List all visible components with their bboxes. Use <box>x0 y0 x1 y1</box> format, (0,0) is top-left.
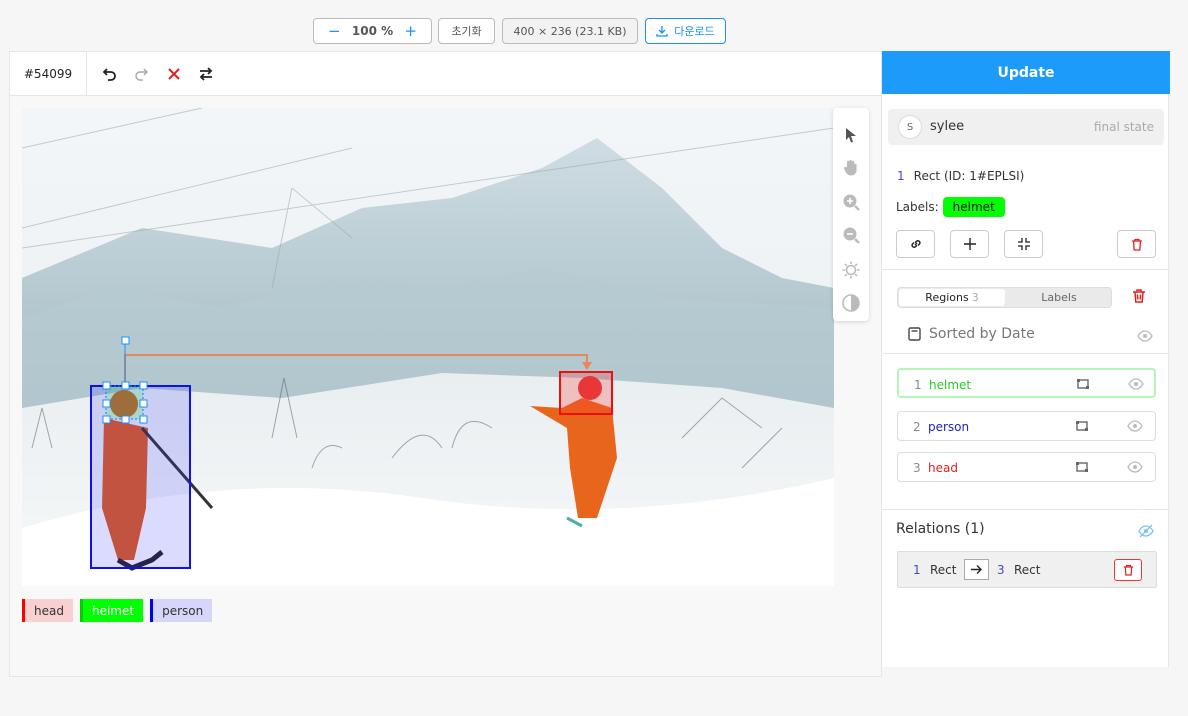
zoom-in-icon[interactable] <box>841 192 861 212</box>
zoom-out-button[interactable]: − <box>328 23 341 39</box>
selected-region-title: Rect (ID: 1#EPLSI) <box>913 169 1025 183</box>
annotation-state: final state <box>1093 120 1154 134</box>
undo-icon[interactable] <box>100 64 120 84</box>
region-list-item[interactable]: 1 helmet <box>897 368 1156 398</box>
trash-icon <box>1133 289 1145 303</box>
redo-icon[interactable] <box>131 64 151 84</box>
relations-title: Relations (1) <box>896 521 985 537</box>
eye-icon[interactable] <box>1127 419 1143 433</box>
download-button[interactable]: 다운로드 <box>645 18 726 44</box>
collapse-icon <box>1017 238 1030 250</box>
divider <box>882 509 1170 510</box>
relation-from-type: Rect <box>930 563 957 577</box>
tab-regions-count: 3 <box>971 291 979 304</box>
reject-icon[interactable] <box>164 64 184 84</box>
hand-icon[interactable] <box>841 157 861 177</box>
tab-regions[interactable]: Regions 3 <box>899 289 1005 306</box>
region-number: 3 <box>913 461 921 475</box>
selected-region-number: 1 <box>897 169 905 183</box>
region-list-item[interactable]: 3 head <box>897 452 1156 482</box>
link-icon <box>910 240 921 248</box>
top-toolbar: − 100 % + 초기화 400 × 236 (23.1 KB) 다운로드 <box>0 18 1188 46</box>
relation-direction-button[interactable] <box>964 559 989 580</box>
relation-item[interactable]: 1 Rect 3 Rect <box>897 551 1157 588</box>
sort-label: Sorted by Date <box>929 326 1035 342</box>
relation-to-type: Rect <box>1014 563 1041 577</box>
sort-control[interactable]: Sorted by Date <box>908 326 1035 342</box>
trash-icon <box>1131 238 1142 251</box>
legend-item-person[interactable]: person <box>150 599 213 622</box>
contrast-icon[interactable] <box>841 293 861 313</box>
brightness-icon[interactable] <box>841 260 861 280</box>
hide-relations-icon[interactable] <box>1138 523 1154 542</box>
zoom-value: 100 % <box>351 24 394 38</box>
update-button[interactable]: Update <box>882 51 1170 94</box>
plus-icon <box>963 238 976 250</box>
relation-to-number: 3 <box>997 563 1005 577</box>
region-label: person <box>928 420 970 434</box>
arrow-right-icon <box>971 565 982 574</box>
region-number: 2 <box>913 420 921 434</box>
delete-region-button[interactable] <box>1117 230 1156 258</box>
editor-toolbar: #54099 <box>10 52 882 96</box>
label-legend: head helmet person <box>22 599 213 622</box>
region-helmet-box <box>105 385 144 420</box>
annotation-image[interactable] <box>22 108 834 586</box>
tab-labels[interactable]: Labels <box>1006 289 1112 306</box>
divider <box>882 269 1170 270</box>
eye-icon[interactable] <box>1137 327 1153 346</box>
collapse-button[interactable] <box>1004 230 1043 258</box>
zoom-control: − 100 % + <box>313 18 432 44</box>
sidebar: Update S sylee final state 1 Rect (ID: 1#… <box>881 51 1170 667</box>
trash-icon <box>1123 564 1133 576</box>
eye-icon[interactable] <box>1128 377 1144 391</box>
add-button[interactable] <box>950 230 989 258</box>
canvas-tools <box>833 108 869 321</box>
legend-item-helmet[interactable]: helmet <box>79 599 144 622</box>
eye-icon[interactable] <box>1127 460 1143 474</box>
annotation-user-row[interactable]: S sylee final state <box>888 109 1164 145</box>
swap-icon[interactable] <box>196 64 216 84</box>
region-number: 1 <box>914 378 922 392</box>
delete-relation-button[interactable] <box>1114 559 1142 581</box>
selected-region-labels: Labels: helmet <box>896 197 1005 217</box>
pointer-icon[interactable] <box>841 125 861 145</box>
username: sylee <box>930 119 965 134</box>
relation-from-number: 1 <box>913 563 921 577</box>
sort-icon <box>908 327 921 341</box>
zoom-out-icon[interactable] <box>841 225 861 245</box>
image-size-info: 400 × 236 (23.1 KB) <box>502 18 638 44</box>
labels-caption: Labels: <box>896 200 939 214</box>
download-icon <box>656 26 668 37</box>
divider <box>882 353 1170 354</box>
region-head-box <box>559 371 613 415</box>
zoom-in-button[interactable]: + <box>404 23 417 39</box>
panel-tabs: Regions 3 Labels <box>897 287 1112 308</box>
task-id: #54099 <box>10 52 87 95</box>
avatar: S <box>898 115 922 139</box>
selected-region-info: 1 Rect (ID: 1#EPLSI) <box>897 169 1024 183</box>
download-label: 다운로드 <box>674 25 715 38</box>
region-list-item[interactable]: 2 person <box>897 411 1156 441</box>
reset-button[interactable]: 초기화 <box>438 18 495 44</box>
label-chip-helmet: helmet <box>942 197 1005 217</box>
link-button[interactable] <box>896 230 935 258</box>
rect-region-icon <box>1076 462 1088 472</box>
delete-all-regions-button[interactable] <box>1132 288 1146 308</box>
annotation-workspace: #54099 head helmet person <box>9 51 882 677</box>
rect-region-icon <box>1077 379 1089 389</box>
legend-item-head[interactable]: head <box>22 599 73 622</box>
rect-region-icon <box>1076 421 1088 431</box>
region-label: head <box>928 461 958 475</box>
tab-regions-label: Regions <box>925 291 969 304</box>
region-label: helmet <box>929 378 972 392</box>
